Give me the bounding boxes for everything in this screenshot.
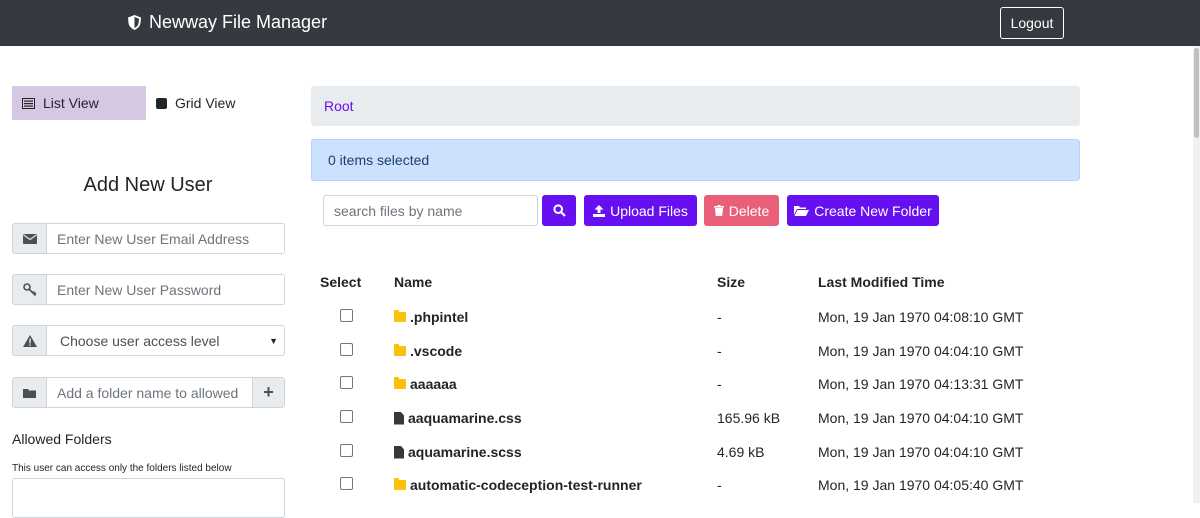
table-row[interactable]: automatic-codeception-test-runner - Mon,…	[311, 471, 1080, 505]
trash-icon	[713, 205, 724, 216]
shield-icon	[128, 15, 141, 30]
selection-status: 0 items selected	[311, 139, 1080, 181]
file-size: -	[717, 477, 722, 493]
allowed-folders-note: This user can access only the folders li…	[12, 463, 232, 474]
file-modified: Mon, 19 Jan 1970 04:04:10 GMT	[818, 444, 1024, 460]
allowed-folder-field[interactable]: Add a folder name to allowed +	[12, 377, 285, 408]
folder-icon	[394, 478, 406, 490]
file-icon	[394, 411, 404, 425]
row-checkbox[interactable]	[340, 444, 353, 457]
warning-icon	[13, 326, 47, 355]
grid-view-button[interactable]: Grid View	[146, 86, 266, 120]
file-name[interactable]: aaaaaa	[410, 376, 457, 392]
grid-icon	[156, 97, 167, 109]
file-name[interactable]: .phpintel	[410, 309, 468, 325]
table-row[interactable]: .phpintel - Mon, 19 Jan 1970 04:08:10 GM…	[311, 303, 1080, 337]
row-checkbox[interactable]	[340, 410, 353, 423]
upload-files-button[interactable]: Upload Files	[584, 195, 697, 226]
column-header-modified[interactable]: Last Modified Time	[818, 274, 945, 290]
file-name[interactable]: .vscode	[410, 343, 462, 359]
row-checkbox[interactable]	[340, 477, 353, 490]
upload-files-label: Upload Files	[610, 202, 688, 219]
folder-icon	[394, 344, 406, 356]
delete-label: Delete	[728, 202, 770, 219]
create-folder-button[interactable]: Create New Folder	[787, 195, 939, 226]
logout-button[interactable]: Logout	[1000, 7, 1064, 39]
search-icon	[552, 204, 566, 217]
folder-icon	[394, 310, 406, 322]
chevron-down-icon: ▼	[269, 335, 278, 346]
app-title: Newway File Manager	[149, 12, 328, 32]
list-view-label: List View	[43, 95, 99, 111]
table-row[interactable]: aaquamarine.css 165.96 kB Mon, 19 Jan 19…	[311, 404, 1080, 438]
scrollbar-thumb[interactable]	[1194, 48, 1199, 138]
delete-button[interactable]: Delete	[704, 195, 779, 226]
key-icon	[13, 275, 47, 304]
password-field[interactable]: Enter New User Password	[12, 274, 285, 305]
envelope-icon	[13, 224, 47, 253]
navbar: Newway File Manager Logout	[0, 0, 1200, 46]
search-input[interactable]: search files by name	[323, 195, 538, 226]
file-modified: Mon, 19 Jan 1970 04:04:10 GMT	[818, 410, 1024, 426]
breadcrumb: Root	[311, 86, 1080, 126]
file-size: -	[717, 309, 722, 325]
plus-icon: +	[263, 382, 274, 402]
column-header-name[interactable]: Name	[394, 274, 432, 290]
file-name[interactable]: automatic-codeception-test-runner	[410, 477, 642, 493]
password-input[interactable]: Enter New User Password	[47, 275, 284, 304]
file-size: -	[717, 343, 722, 359]
list-icon	[22, 97, 35, 109]
allowed-folders-heading: Allowed Folders	[12, 431, 112, 447]
add-folder-button[interactable]: +	[252, 378, 284, 407]
table-row[interactable]: .vscode - Mon, 19 Jan 1970 04:04:10 GMT	[311, 337, 1080, 371]
row-checkbox[interactable]	[340, 309, 353, 322]
file-modified: Mon, 19 Jan 1970 04:13:31 GMT	[818, 376, 1024, 392]
list-view-button[interactable]: List View	[12, 86, 146, 120]
folder-icon	[13, 378, 47, 407]
file-size: 4.69 kB	[717, 444, 765, 460]
add-user-title: Add New User	[83, 174, 213, 196]
grid-view-label: Grid View	[175, 95, 236, 111]
create-folder-label: Create New Folder	[814, 202, 932, 219]
email-field[interactable]: Enter New User Email Address	[12, 223, 285, 254]
search-button[interactable]	[542, 195, 576, 226]
file-modified: Mon, 19 Jan 1970 04:08:10 GMT	[818, 309, 1024, 325]
folder-open-icon	[794, 206, 810, 216]
access-level-value: Choose user access level	[60, 332, 220, 349]
file-modified: Mon, 19 Jan 1970 04:04:10 GMT	[818, 343, 1024, 359]
file-name[interactable]: aquamarine.scss	[408, 444, 522, 460]
access-level-field[interactable]: Choose user access level ▼	[12, 325, 285, 356]
allowed-folders-list[interactable]	[12, 478, 285, 518]
file-modified: Mon, 19 Jan 1970 04:05:40 GMT	[818, 477, 1024, 493]
row-checkbox[interactable]	[340, 343, 353, 356]
scrollbar[interactable]	[1193, 46, 1200, 503]
row-checkbox[interactable]	[340, 376, 353, 389]
access-level-select[interactable]: Choose user access level ▼	[47, 326, 284, 355]
table-row[interactable]: aaaaaa - Mon, 19 Jan 1970 04:13:31 GMT	[311, 370, 1080, 404]
breadcrumb-root-link[interactable]: Root	[324, 98, 354, 114]
file-size: -	[717, 376, 722, 392]
file-size: 165.96 kB	[717, 410, 781, 426]
file-name[interactable]: aaquamarine.css	[408, 410, 522, 426]
file-icon	[394, 445, 404, 459]
column-header-size[interactable]: Size	[717, 274, 745, 290]
table-row[interactable]: aquamarine.scss 4.69 kB Mon, 19 Jan 1970…	[311, 438, 1080, 472]
column-header-select: Select	[320, 274, 362, 290]
allowed-folder-input[interactable]: Add a folder name to allowed	[47, 378, 252, 407]
email-input[interactable]: Enter New User Email Address	[47, 224, 284, 253]
app-brand[interactable]: Newway File Manager	[128, 12, 327, 33]
upload-icon	[593, 204, 606, 217]
folder-icon	[394, 377, 406, 389]
